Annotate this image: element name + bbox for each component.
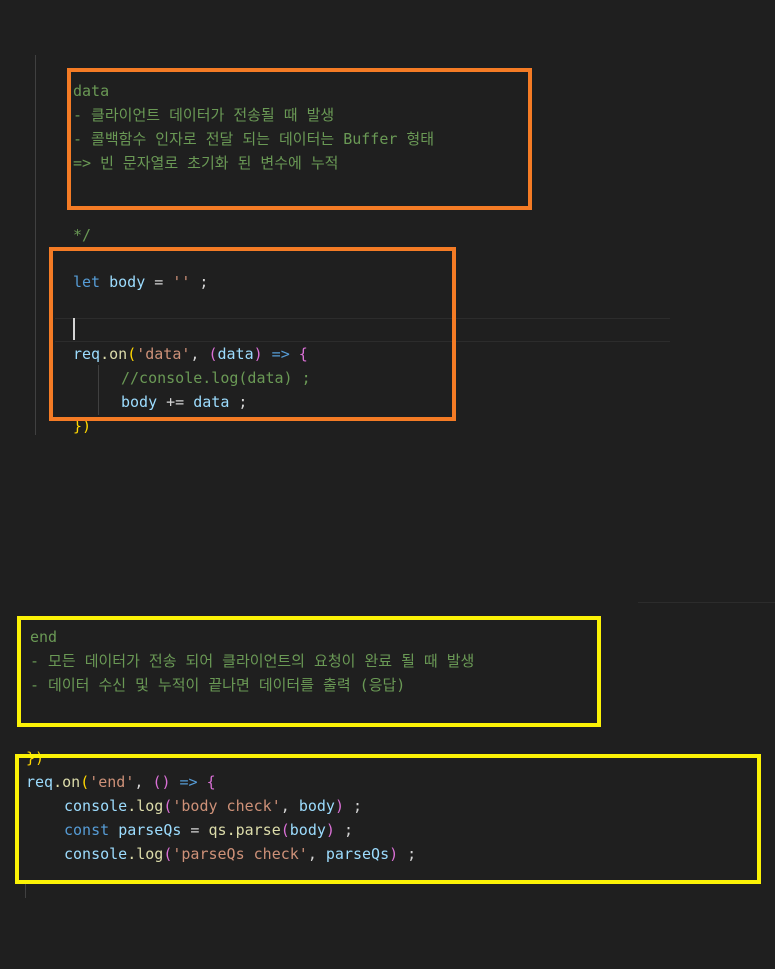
highlight-box-end-comment [17, 616, 601, 727]
highlight-box-data-comment [67, 68, 532, 210]
highlight-box-data-code [49, 247, 456, 421]
comment-close: */ [73, 226, 92, 244]
indent-guide [35, 55, 36, 435]
separator-line [638, 602, 775, 603]
highlight-box-end-code [15, 754, 761, 884]
